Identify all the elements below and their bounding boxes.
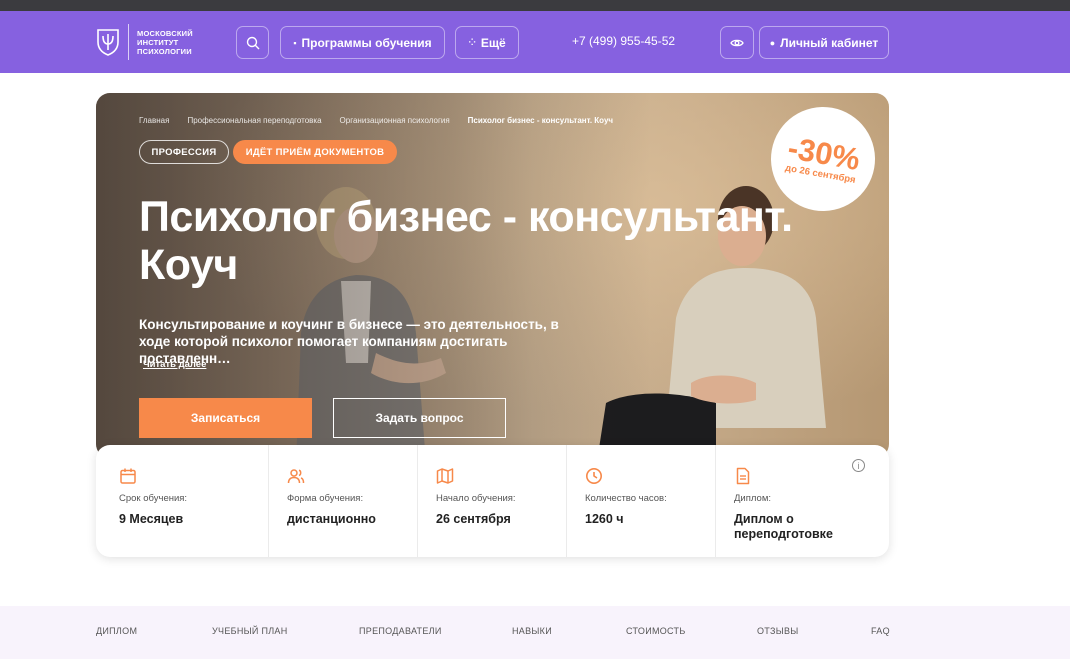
info-duration: Срок обучения: 9 Месяцев bbox=[96, 445, 269, 557]
info-label: Начало обучения: bbox=[436, 493, 516, 504]
info-value: 26 сентября bbox=[436, 512, 511, 526]
phone-link[interactable]: +7 (499) 955-45-52 bbox=[572, 34, 675, 48]
admission-tag: ИДЁТ ПРИЁМ ДОКУМЕНТОВ bbox=[233, 140, 397, 164]
breadcrumb-current: Психолог бизнес - консультант. Коуч bbox=[467, 116, 614, 125]
breadcrumb-org-psychology[interactable]: Организационная психология bbox=[340, 116, 450, 125]
nav-price[interactable]: СТОИМОСТЬ bbox=[626, 626, 686, 636]
nav-reviews[interactable]: ОТЗЫВЫ bbox=[757, 626, 799, 636]
more-label: Ещё bbox=[480, 35, 506, 50]
logo-text: московский институт психологии bbox=[137, 28, 193, 56]
users-icon bbox=[287, 469, 305, 484]
nav-skills[interactable]: НАВЫКИ bbox=[512, 626, 552, 636]
grid-icon: ▪ bbox=[293, 37, 297, 48]
info-start: Начало обучения: 26 сентября bbox=[418, 445, 567, 557]
breadcrumb-retraining[interactable]: Профессиональная переподготовка bbox=[187, 116, 321, 125]
info-tooltip-icon[interactable]: i bbox=[852, 459, 865, 472]
dots-grid-icon: ⁘ bbox=[468, 37, 476, 47]
user-icon: ● bbox=[769, 37, 776, 48]
info-label: Диплом: bbox=[734, 493, 771, 504]
psi-logo-icon bbox=[96, 28, 120, 56]
ask-question-button[interactable]: Задать вопрос bbox=[333, 398, 506, 438]
search-icon bbox=[246, 36, 259, 49]
accessibility-button[interactable] bbox=[720, 26, 754, 59]
clock-icon bbox=[586, 468, 602, 484]
nav-curriculum[interactable]: УЧЕБНЫЙ ПЛАН bbox=[212, 626, 288, 636]
profession-tag: ПРОФЕССИЯ bbox=[139, 140, 229, 164]
programs-label: Программы обучения bbox=[301, 35, 432, 50]
page-title: Психолог бизнес - консультант. Коуч bbox=[139, 193, 793, 289]
logo-divider bbox=[128, 24, 129, 60]
hero-description: Консультирование и коучинг в бизнесе — э… bbox=[139, 317, 559, 366]
map-icon bbox=[436, 468, 454, 484]
read-more-link[interactable]: Читать далее bbox=[143, 359, 206, 370]
info-diploma: Диплом: Диплом о переподготовке i bbox=[716, 445, 889, 557]
enroll-button[interactable]: Записаться bbox=[139, 398, 312, 438]
logo[interactable]: московский институт психологии bbox=[96, 24, 207, 60]
info-value: Диплом о переподготовке bbox=[734, 512, 833, 541]
cabinet-button[interactable]: ● Личный кабинет bbox=[759, 26, 889, 59]
search-button[interactable] bbox=[236, 26, 269, 59]
info-value: дистанционно bbox=[287, 512, 376, 526]
nav-teachers[interactable]: ПРЕПОДАВАТЕЛИ bbox=[359, 626, 442, 636]
breadcrumb-home[interactable]: Главная bbox=[139, 116, 169, 125]
breadcrumb: Главная Профессиональная переподготовка … bbox=[139, 116, 631, 125]
more-button[interactable]: ⁘ Ещё bbox=[455, 26, 519, 59]
cabinet-label: Личный кабинет bbox=[780, 35, 879, 50]
calendar-icon bbox=[120, 468, 136, 484]
info-label: Форма обучения: bbox=[287, 493, 364, 504]
document-icon bbox=[736, 467, 750, 485]
section-nav: ДИПЛОМ УЧЕБНЫЙ ПЛАН ПРЕПОДАВАТЕЛИ НАВЫКИ… bbox=[0, 606, 1070, 659]
eye-icon bbox=[730, 39, 744, 46]
info-value: 9 Месяцев bbox=[119, 512, 184, 526]
info-hours: Количество часов: 1260 ч bbox=[567, 445, 716, 557]
nav-diploma[interactable]: ДИПЛОМ bbox=[96, 626, 137, 636]
nav-faq[interactable]: FAQ bbox=[871, 626, 890, 636]
info-label: Количество часов: bbox=[585, 493, 667, 504]
info-value: 1260 ч bbox=[585, 512, 624, 526]
browser-top-strip bbox=[0, 0, 1070, 11]
programs-button[interactable]: ▪ Программы обучения bbox=[280, 26, 445, 59]
course-info-panel: Срок обучения: 9 Месяцев Форма обучения:… bbox=[96, 445, 889, 557]
info-format: Форма обучения: дистанционно bbox=[269, 445, 418, 557]
site-header: московский институт психологии ▪ Програм… bbox=[0, 11, 1070, 73]
info-label: Срок обучения: bbox=[119, 493, 188, 504]
